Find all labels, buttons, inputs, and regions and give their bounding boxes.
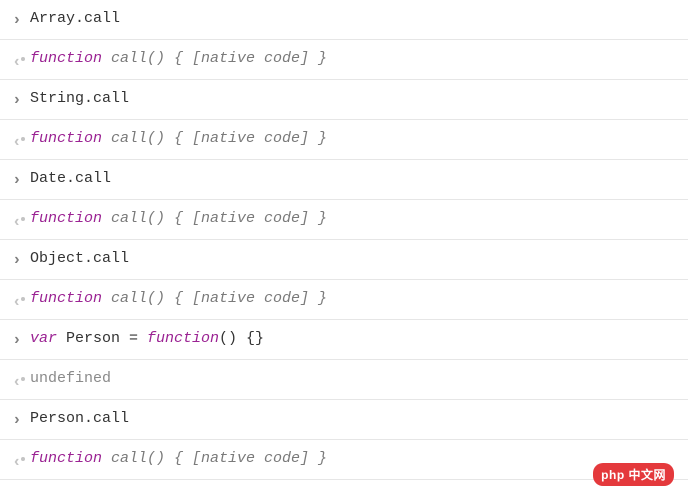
- input-chevron-icon: [12, 91, 30, 109]
- console-output-row[interactable]: function call() { [native code] }: [0, 200, 688, 240]
- keyword-function: function: [147, 330, 219, 347]
- console-output-row[interactable]: function call() { [native code] }: [0, 40, 688, 80]
- console-line-content: function call() { [native code] }: [30, 208, 676, 231]
- keyword-function: function: [30, 450, 102, 467]
- input-chevron-icon: [12, 411, 30, 429]
- console-output-row[interactable]: undefined: [0, 360, 688, 400]
- native-code-text: call() { [native code] }: [102, 210, 327, 227]
- keyword-function: function: [30, 290, 102, 307]
- console-input-row[interactable]: Object.call: [0, 240, 688, 280]
- code-text: Array.call: [30, 10, 120, 27]
- input-chevron-icon: [12, 331, 30, 349]
- undefined-value: undefined: [30, 370, 111, 387]
- input-chevron-icon: [12, 171, 30, 189]
- output-chevron-icon: [12, 293, 30, 307]
- code-text: () {}: [219, 330, 264, 347]
- console-line-content: Array.call: [30, 8, 676, 31]
- console-input-row[interactable]: String.call: [0, 80, 688, 120]
- console-input-row[interactable]: Date.call: [0, 160, 688, 200]
- console-line-content: var Person = function() {}: [30, 328, 676, 351]
- output-chevron-icon: [12, 133, 30, 147]
- console-line-content: function call() { [native code] }: [30, 448, 676, 471]
- native-code-text: call() { [native code] }: [102, 50, 327, 67]
- native-code-text: call() { [native code] }: [102, 450, 327, 467]
- console-output-row[interactable]: function call() { [native code] }: [0, 280, 688, 320]
- output-chevron-icon: [12, 373, 30, 387]
- console-line-content: function call() { [native code] }: [30, 48, 676, 71]
- console-line-content: String.call: [30, 88, 676, 111]
- console-line-content: Person.call: [30, 408, 676, 431]
- keyword-function: function: [30, 130, 102, 147]
- native-code-text: call() { [native code] }: [102, 130, 327, 147]
- input-chevron-icon: [12, 251, 30, 269]
- console-output-row[interactable]: function call() { [native code] }: [0, 440, 688, 480]
- native-code-text: call() { [native code] }: [102, 290, 327, 307]
- input-chevron-icon: [12, 11, 30, 29]
- console-line-content: Object.call: [30, 248, 676, 271]
- console-input-row[interactable]: var Person = function() {}: [0, 320, 688, 360]
- code-text: Person =: [57, 330, 147, 347]
- code-text: Object.call: [30, 250, 129, 267]
- console-line-content: undefined: [30, 368, 676, 391]
- keyword-function: function: [30, 210, 102, 227]
- output-chevron-icon: [12, 213, 30, 227]
- watermark-badge: php 中文网: [593, 463, 674, 486]
- keyword-var: var: [30, 330, 57, 347]
- code-text: String.call: [30, 90, 129, 107]
- output-chevron-icon: [12, 453, 30, 467]
- console-line-content: function call() { [native code] }: [30, 288, 676, 311]
- console-line-content: Date.call: [30, 168, 676, 191]
- code-text: Date.call: [30, 170, 111, 187]
- console-input-row[interactable]: Array.call: [0, 0, 688, 40]
- console-input-row[interactable]: Person.call: [0, 400, 688, 440]
- output-chevron-icon: [12, 53, 30, 67]
- console-log: Array.call function call() { [native code…: [0, 0, 688, 480]
- console-line-content: function call() { [native code] }: [30, 128, 676, 151]
- keyword-function: function: [30, 50, 102, 67]
- console-output-row[interactable]: function call() { [native code] }: [0, 120, 688, 160]
- code-text: Person.call: [30, 410, 129, 427]
